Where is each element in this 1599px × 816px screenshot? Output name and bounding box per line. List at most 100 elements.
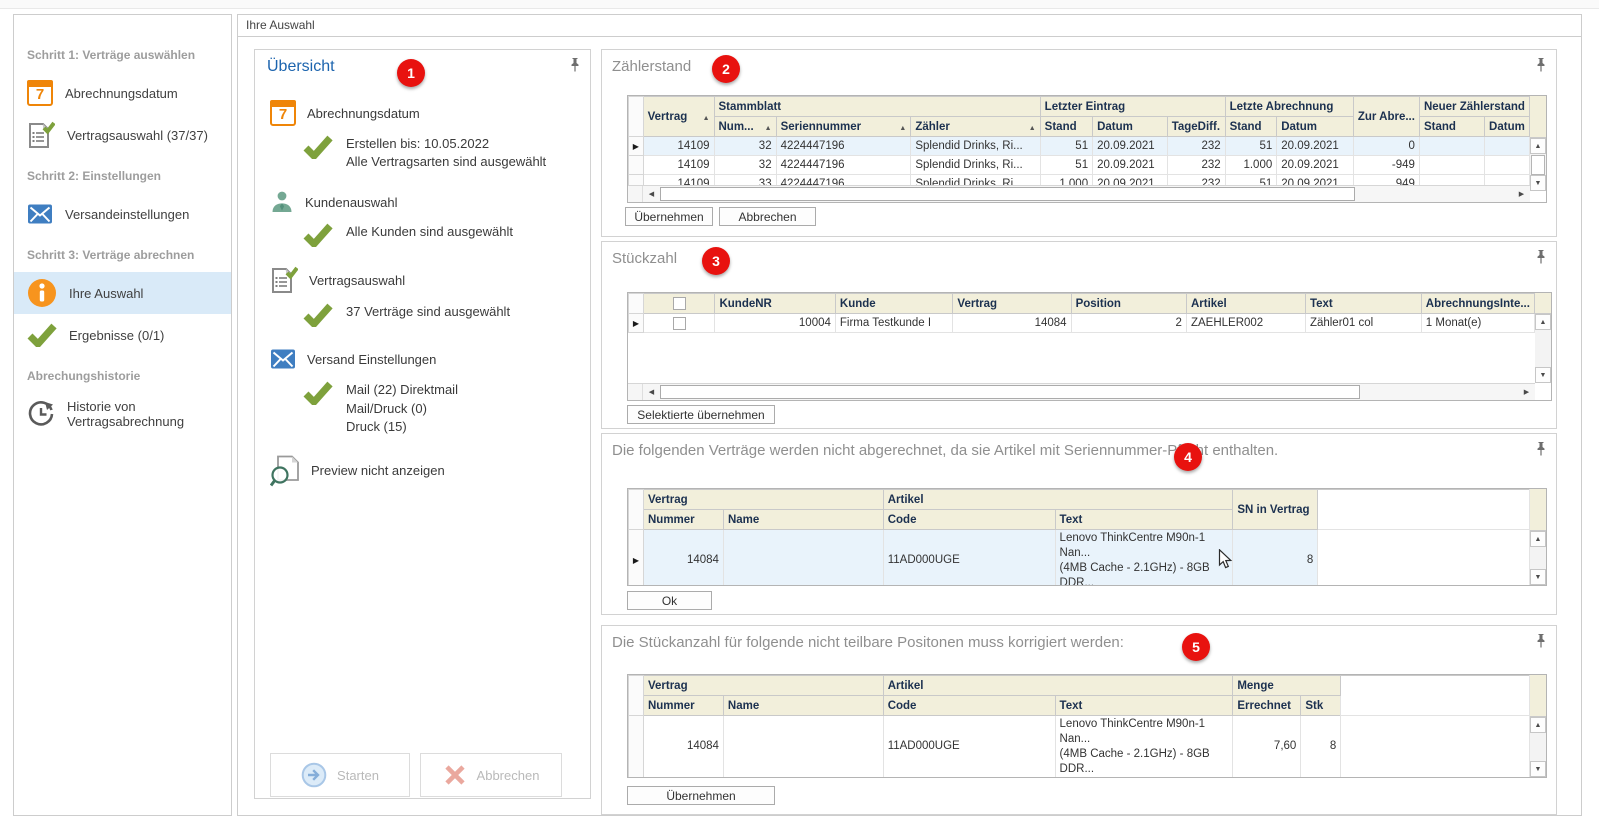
vertical-scrollbar[interactable]: ▲ ▼ [1530,96,1546,185]
col-header-name[interactable]: Name [723,510,883,530]
table-row[interactable]: 14084 11AD000UGE Lenovo ThinkCentre M90n… [629,716,1530,778]
scroll-right-icon[interactable]: ▶ [1513,186,1530,202]
cell-tagediff[interactable]: 232 [1167,137,1225,156]
cell-num[interactable]: 32 [714,156,776,175]
tab-ihre-auswahl[interactable]: Ihre Auswahl [238,15,1581,37]
cell-seriennummer[interactable]: 4224447196 [776,175,911,186]
pin-icon[interactable] [1535,634,1547,648]
pin-icon[interactable] [569,58,581,72]
col-header-artikel[interactable]: Artikel [1186,294,1305,314]
col-header-text[interactable]: Text [1305,294,1421,314]
col-header-text[interactable]: Text [1055,696,1233,716]
col-group-neuer-zaehlerstand[interactable]: Neuer Zählerstand [1419,97,1529,117]
vertical-scrollbar[interactable]: ▲ ▼ [1530,675,1546,777]
cell-name[interactable] [723,716,883,778]
col-group-artikel[interactable]: Artikel [883,676,1233,696]
cell-datum[interactable]: 20.09.2021 [1277,137,1354,156]
cell-datum[interactable]: 20.09.2021 [1093,156,1168,175]
cell-zaehler[interactable]: Splendid Drinks, Ri... [911,175,1040,186]
cell-vertrag[interactable]: 14109 [643,137,714,156]
cell-stand[interactable]: 51 [1225,175,1277,186]
sidebar-item-ihre-auswahl[interactable]: Ihre Auswahl [14,272,231,314]
scrollbar-thumb[interactable] [660,385,1360,399]
cell-code[interactable]: 11AD000UGE [883,716,1055,778]
col-group-menge[interactable]: Menge [1233,676,1341,696]
col-header-stand[interactable]: Stand [1419,117,1484,137]
scroll-left-icon[interactable]: ◀ [643,186,660,202]
col-group-letzte-abrechnung[interactable]: Letzte Abrechnung [1225,97,1353,117]
col-header-abrechnungsintervall[interactable]: AbrechnungsInte... [1421,294,1534,314]
uebernehmen-button[interactable]: Übernehmen [625,207,713,226]
horizontal-scrollbar[interactable]: ◀ ▶ [628,185,1530,202]
cell-zur-abre[interactable]: 0 [1353,137,1419,156]
col-header-code[interactable]: Code [883,696,1055,716]
cell-zur-abre[interactable]: 949 [1353,175,1419,186]
cell-neuer-datum[interactable] [1485,175,1530,186]
scroll-down-icon[interactable]: ▼ [1530,569,1546,585]
cell-nummer[interactable]: 14084 [643,716,723,778]
pin-icon[interactable] [1535,442,1547,456]
cell-nummer[interactable]: 14084 [643,530,723,586]
col-group-vertrag[interactable]: Vertrag [643,490,883,510]
cell-errechnet[interactable]: 7,60 [1233,716,1301,778]
col-group-vertrag[interactable]: Vertrag [643,676,883,696]
col-header-zur-abre[interactable]: Zur Abre... [1353,97,1419,137]
scroll-down-icon[interactable]: ▼ [1535,367,1551,383]
col-group-stammblatt[interactable]: Stammblatt [714,97,1040,117]
col-header-vertrag[interactable]: Vertrag▲ [643,97,714,137]
scroll-left-icon[interactable]: ◀ [643,384,660,400]
cell-num[interactable]: 33 [714,175,776,186]
col-header-kunde[interactable]: Kunde [835,294,953,314]
col-header-stk[interactable]: Stk [1301,696,1341,716]
sidebar-item-abrechnungsdatum[interactable]: 7 Abrechnungsdatum [14,72,231,114]
scroll-down-icon[interactable]: ▼ [1530,761,1546,777]
scrollbar-thumb[interactable] [660,187,1355,201]
sidebar-item-vertragsauswahl[interactable]: Vertragsauswahl (37/37) [14,114,231,156]
cell-stand[interactable]: 51 [1225,137,1277,156]
scroll-right-icon[interactable]: ▶ [1518,384,1535,400]
cell-neuer-stand[interactable] [1419,156,1484,175]
abbrechen-button[interactable]: Abbrechen [420,753,562,797]
col-header-text[interactable]: Text [1055,510,1233,530]
cell-neuer-stand[interactable] [1419,175,1484,186]
cell-text[interactable]: Lenovo ThinkCentre M90n-1 Nan...(4MB Cac… [1055,716,1233,778]
col-header-name[interactable]: Name [723,696,883,716]
cell-zur-abre[interactable]: -949 [1353,156,1419,175]
scroll-down-icon[interactable]: ▼ [1530,175,1546,191]
cell-artikel[interactable]: ZAEHLER002 [1186,314,1305,333]
abbrechen-button[interactable]: Abbrechen [719,207,816,226]
table-row[interactable]: 14109 32 4224447196 Splendid Drinks, Ri.… [629,156,1530,175]
table-row[interactable]: ▶ 14084 11AD000UGE Lenovo ThinkCentre M9… [629,530,1530,586]
cell-kundenr[interactable]: 10004 [715,314,835,333]
col-header-sn-in-vertrag[interactable]: SN in Vertrag [1233,490,1318,530]
row-checkbox[interactable] [673,317,686,330]
cell-num[interactable]: 32 [714,137,776,156]
col-header-errechnet[interactable]: Errechnet [1233,696,1301,716]
cell-datum[interactable]: 20.09.2021 [1277,156,1354,175]
cell-zaehler[interactable]: Splendid Drinks, Ri... [911,156,1040,175]
pin-icon[interactable] [1535,58,1547,72]
vertical-scrollbar[interactable]: ▲ ▼ [1535,293,1551,383]
cell-sn-in-vertrag[interactable]: 8 [1233,530,1318,586]
col-header-select[interactable] [643,294,715,314]
scroll-up-icon[interactable]: ▲ [1530,531,1546,547]
horizontal-scrollbar[interactable]: ◀ ▶ [628,383,1535,400]
cell-neuer-datum[interactable] [1485,156,1530,175]
cell-datum[interactable]: 20.09.2021 [1277,175,1354,186]
cell-vertrag[interactable]: 14109 [643,175,714,186]
cell-datum[interactable]: 20.09.2021 [1093,175,1168,186]
cell-zaehler[interactable]: Splendid Drinks, Ri... [911,137,1040,156]
scroll-up-icon[interactable]: ▲ [1535,314,1551,330]
cell-tagediff[interactable]: 232 [1167,156,1225,175]
col-header-kundenr[interactable]: KundeNR [715,294,835,314]
cell-seriennummer[interactable]: 4224447196 [776,137,911,156]
col-group-artikel[interactable]: Artikel [883,490,1233,510]
ok-button[interactable]: Ok [627,591,712,610]
vertical-scrollbar[interactable]: ▲ ▼ [1530,489,1546,585]
selektierte-uebernehmen-button[interactable]: Selektierte übernehmen [627,405,775,424]
col-header-datum[interactable]: Datum [1093,117,1168,137]
col-header-nummer[interactable]: Nummer [643,510,723,530]
scroll-up-icon[interactable]: ▲ [1530,138,1546,154]
col-header-zaehler[interactable]: Zähler▲ [911,117,1040,137]
select-all-checkbox[interactable] [673,297,686,310]
